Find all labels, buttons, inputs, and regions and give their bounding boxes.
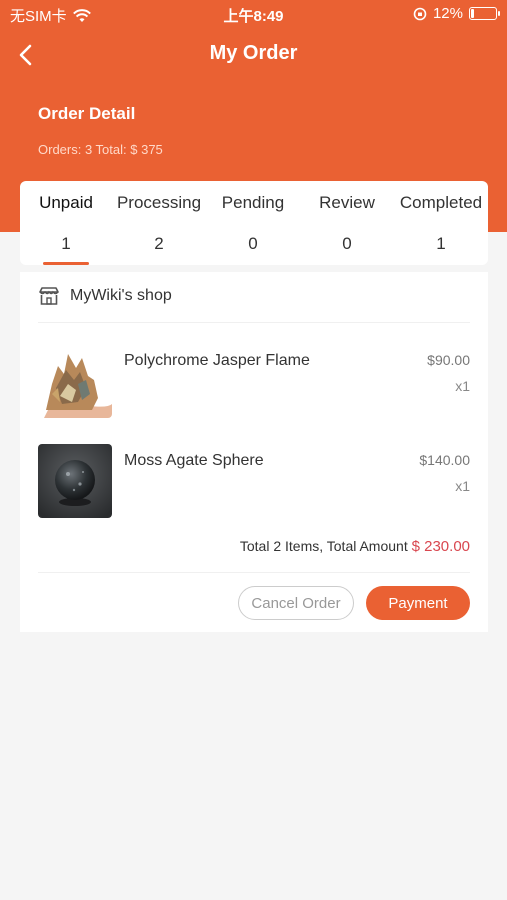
- item-quantity: x1: [455, 378, 470, 394]
- item-price: $90.00: [427, 352, 470, 368]
- item-name: Polychrome Jasper Flame: [124, 352, 310, 369]
- rotation-lock-icon: [413, 7, 427, 20]
- order-item[interactable]: Polychrome Jasper Flame $90.00 x1: [38, 344, 470, 418]
- order-total: Total 2 Items, Total Amount $ 230.00: [240, 538, 470, 555]
- shop-row[interactable]: MyWiki's shop: [38, 286, 172, 306]
- divider: [38, 322, 470, 323]
- tab-count: 2: [154, 234, 164, 253]
- tab-label: Pending: [221, 193, 285, 212]
- tab-count: 1: [436, 234, 446, 253]
- item-quantity: x1: [455, 478, 470, 494]
- order-item[interactable]: Moss Agate Sphere $140.00 x1: [38, 444, 470, 518]
- product-image-jasper: [38, 344, 112, 418]
- order-status-tabs: Unpaid 1 Processing 2 Pending 0 Review 0…: [20, 181, 488, 265]
- tab-label: Processing: [116, 193, 202, 212]
- status-right: 12%: [413, 5, 500, 22]
- tab-label: Unpaid: [39, 193, 93, 212]
- item-name: Moss Agate Sphere: [124, 452, 264, 469]
- tab-unpaid[interactable]: Unpaid 1: [20, 181, 112, 265]
- battery-fill: [471, 9, 474, 18]
- battery-icon: [469, 7, 500, 20]
- order-summary: Orders: 3 Total: $ 375: [38, 142, 163, 157]
- shop-name: MyWiki's shop: [70, 287, 172, 304]
- tab-label: Review: [319, 193, 375, 212]
- tab-processing[interactable]: Processing 2: [112, 181, 206, 265]
- tab-review[interactable]: Review 0: [300, 181, 394, 265]
- active-tab-indicator: [43, 262, 89, 265]
- status-bar: 无SIM卡 上午8:49 12%: [0, 0, 507, 28]
- tab-count: 1: [61, 234, 71, 253]
- order-detail-title: Order Detail: [38, 104, 136, 123]
- total-amount: $ 230.00: [411, 538, 470, 555]
- total-label: Total 2 Items, Total Amount: [239, 538, 408, 554]
- cancel-order-button[interactable]: Cancel Order: [238, 586, 354, 620]
- payment-button[interactable]: Payment: [366, 586, 470, 620]
- tab-count: 0: [248, 234, 258, 253]
- tab-count: 0: [342, 234, 352, 253]
- page-title: My Order: [209, 42, 298, 64]
- tab-label: Completed: [399, 193, 483, 212]
- divider: [38, 572, 470, 573]
- battery-percent: 12%: [432, 5, 463, 22]
- product-image-agate: [38, 444, 112, 518]
- shop-icon: [39, 287, 59, 305]
- tab-completed[interactable]: Completed 1: [394, 181, 488, 265]
- tab-pending[interactable]: Pending 0: [206, 181, 300, 265]
- item-price: $140.00: [419, 452, 470, 468]
- order-card: MyWiki's shop Polychrome Jasper Flame $9…: [20, 272, 488, 632]
